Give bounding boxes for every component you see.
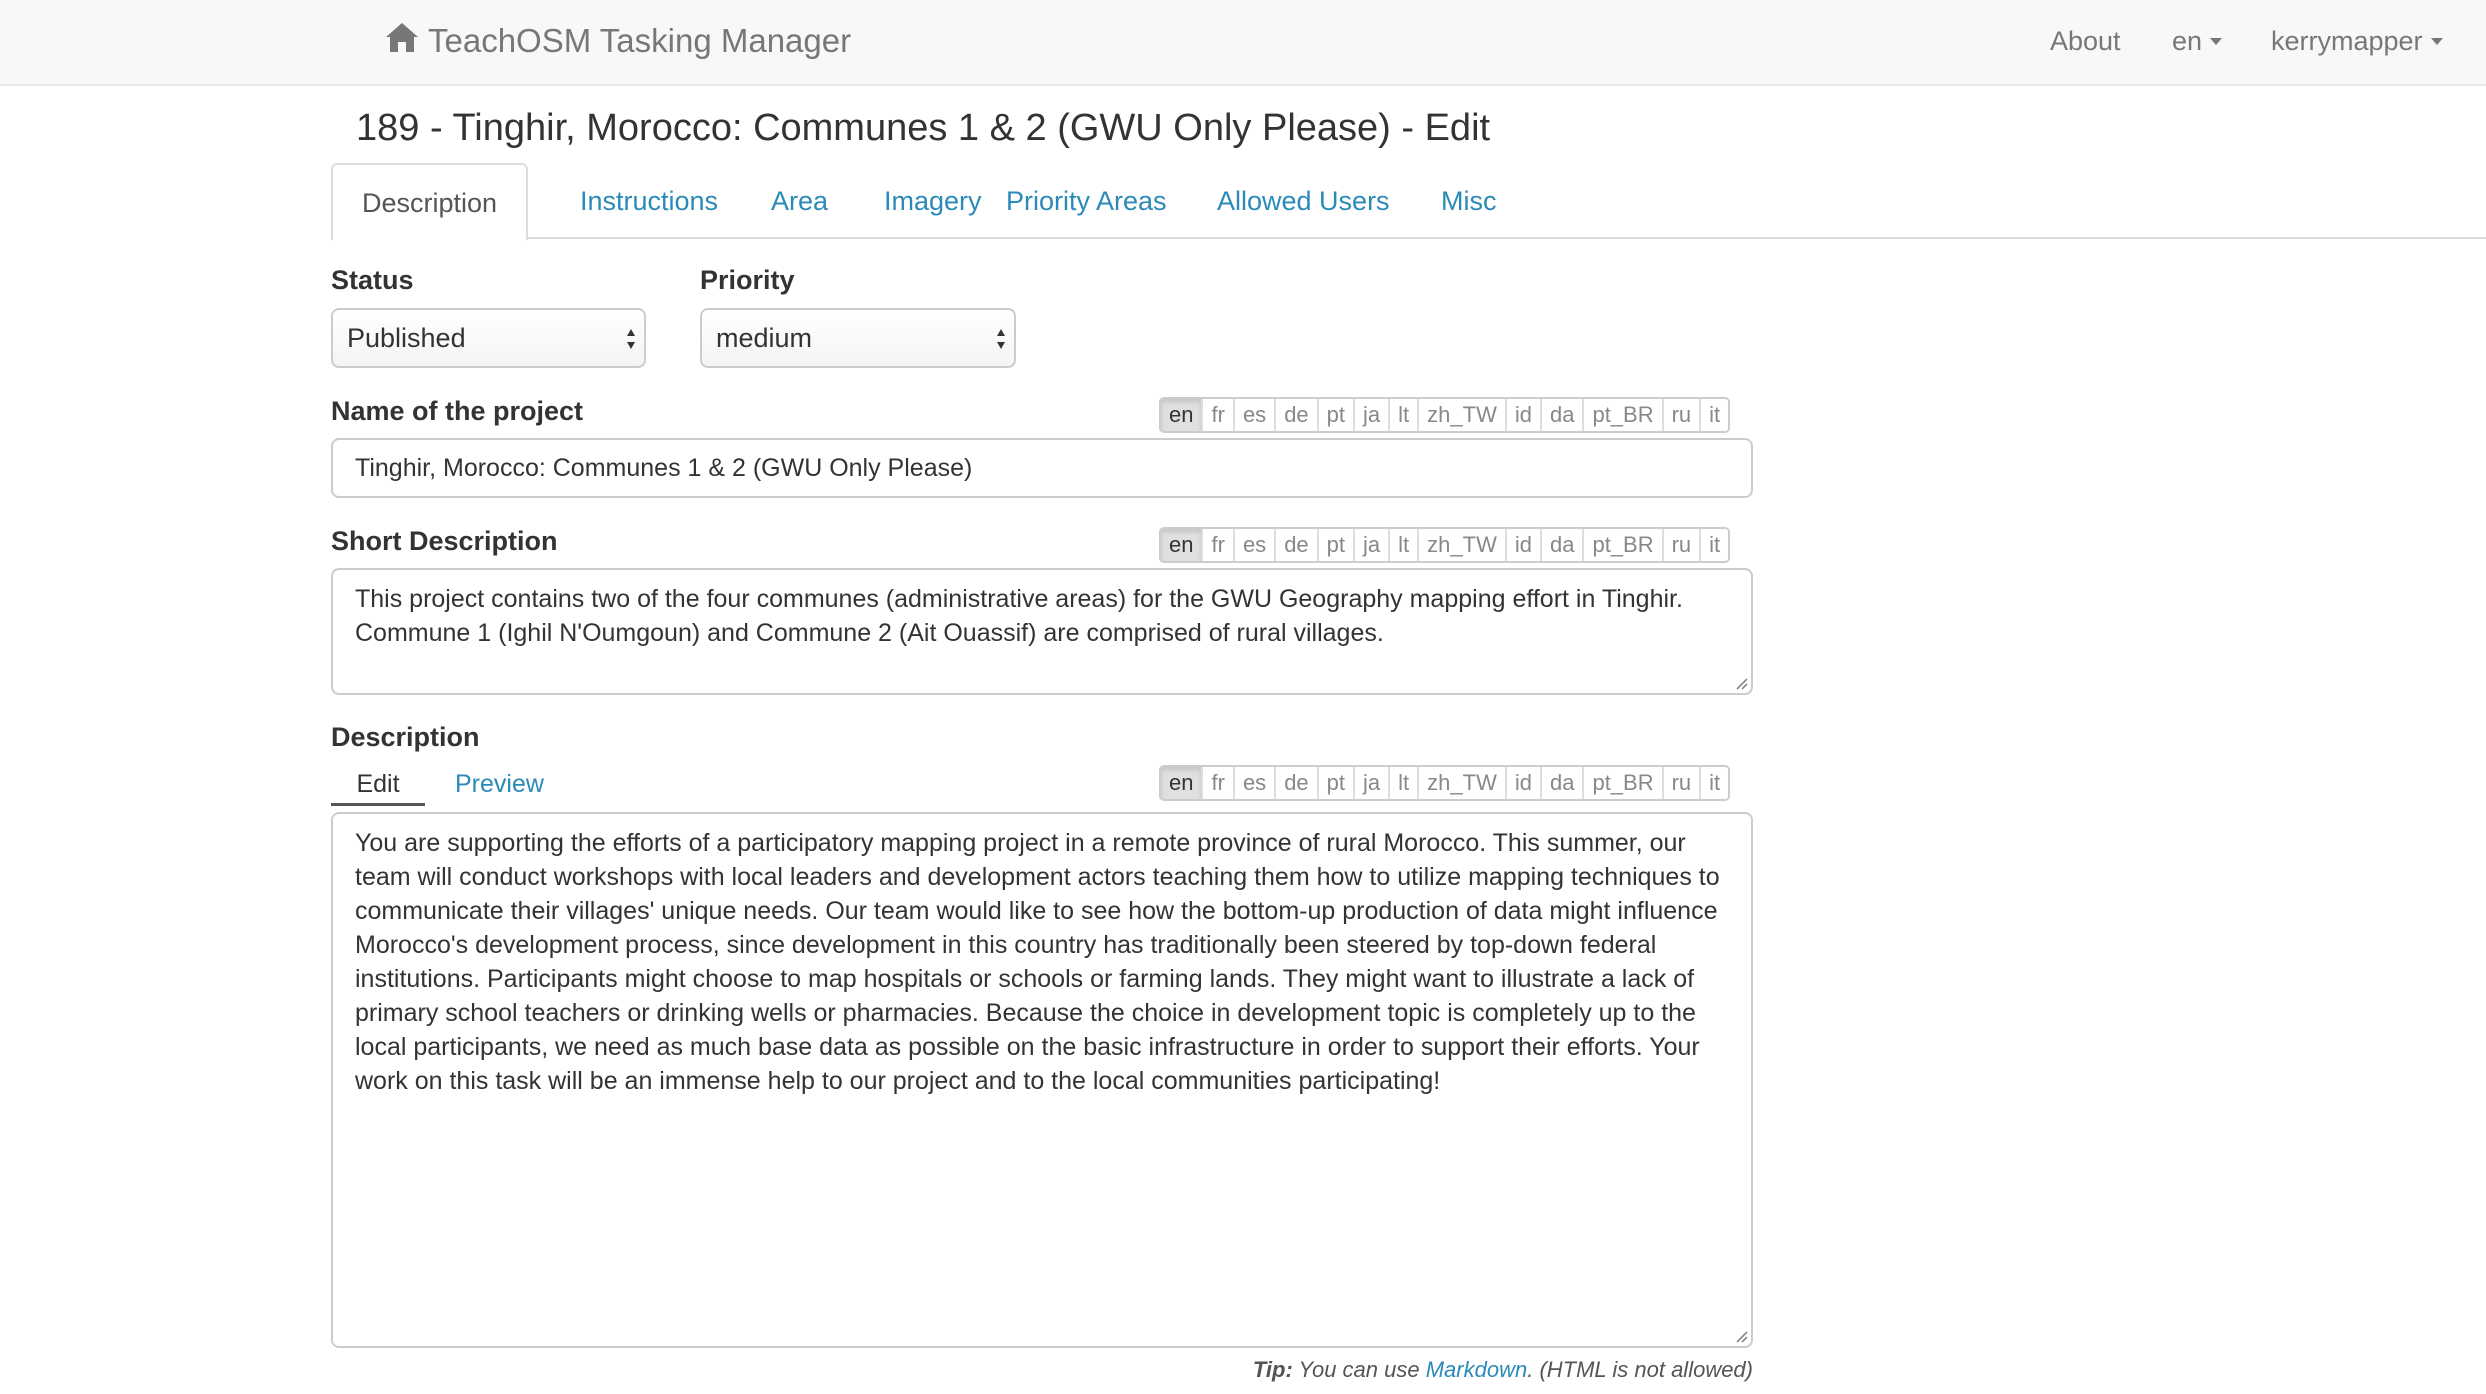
lang-lt[interactable]: lt	[1388, 529, 1418, 561]
status-value: Published	[347, 323, 466, 353]
lang-id[interactable]: id	[1504, 529, 1540, 561]
lang-lt[interactable]: lt	[1388, 399, 1418, 431]
project-name-label: Name of the project	[331, 396, 584, 426]
lang-pt-br[interactable]: pt_BR	[1582, 767, 1662, 799]
lang-en[interactable]: en	[1161, 767, 1202, 799]
lang-ja[interactable]: ja	[1353, 529, 1389, 561]
short-description-value: This project contains two of the four co…	[355, 585, 1683, 647]
lang-it[interactable]: it	[1699, 767, 1729, 799]
description-value: You are supporting the efforts of a part…	[355, 829, 1720, 1095]
status-select[interactable]: Published	[331, 308, 646, 368]
tab-area[interactable]: Area	[742, 163, 857, 239]
updown-arrows-icon	[997, 329, 1005, 349]
lang-pt[interactable]: pt	[1316, 767, 1354, 799]
lang-de[interactable]: de	[1274, 399, 1317, 431]
tab-instructions[interactable]: Instructions	[551, 163, 747, 239]
lang-es[interactable]: es	[1232, 767, 1275, 799]
lang-lt[interactable]: lt	[1388, 767, 1418, 799]
page-title: 189 - Tinghir, Morocco: Communes 1 & 2 (…	[356, 107, 1491, 149]
short-description-textarea[interactable]: This project contains two of the four co…	[331, 568, 1753, 695]
edit-tab[interactable]: Edit	[331, 766, 425, 806]
lang-ru[interactable]: ru	[1661, 529, 1700, 561]
lang-zh-tw[interactable]: zh_TW	[1417, 767, 1505, 799]
lang-pt[interactable]: pt	[1316, 399, 1354, 431]
tip-text-before: You can use	[1292, 1357, 1426, 1382]
lang-fr[interactable]: fr	[1201, 529, 1233, 561]
user-dropdown[interactable]: kerrymapper	[2271, 16, 2443, 66]
about-link[interactable]: About	[2050, 16, 2121, 66]
short-description-label: Short Description	[331, 526, 558, 556]
name-language-switcher: en fr es de pt ja lt zh_TW id da pt_BR r…	[1159, 397, 1731, 433]
tab-misc[interactable]: Misc	[1412, 163, 1526, 239]
lang-id[interactable]: id	[1504, 399, 1540, 431]
status-label: Status	[331, 265, 414, 295]
description-label: Description	[331, 722, 480, 752]
tip-text-after: . (HTML is not allowed)	[1527, 1357, 1753, 1382]
caret-down-icon	[2430, 37, 2443, 45]
lang-ru[interactable]: ru	[1661, 767, 1700, 799]
home-icon	[384, 19, 420, 63]
lang-pt[interactable]: pt	[1316, 529, 1354, 561]
lang-fr[interactable]: fr	[1201, 767, 1233, 799]
caret-down-icon	[2210, 37, 2223, 45]
edit-tabs: Description Instructions Area Imagery Pr…	[331, 163, 2486, 241]
lang-es[interactable]: es	[1232, 399, 1275, 431]
priority-value: medium	[716, 323, 813, 353]
project-name-input[interactable]: Tinghir, Morocco: Communes 1 & 2 (GWU On…	[331, 438, 1753, 498]
resize-handle-icon[interactable]	[1732, 1327, 1748, 1343]
resize-handle-icon[interactable]	[1732, 674, 1748, 690]
lang-ru[interactable]: ru	[1661, 399, 1700, 431]
lang-id[interactable]: id	[1504, 767, 1540, 799]
lang-da[interactable]: da	[1539, 399, 1583, 431]
tab-description[interactable]: Description	[331, 163, 529, 241]
brand-link[interactable]: TeachOSM Tasking Manager	[384, 16, 851, 66]
language-label: en	[2172, 25, 2203, 56]
navbar: TeachOSM Tasking Manager About en kerrym…	[0, 0, 2486, 86]
user-name: kerrymapper	[2271, 25, 2423, 56]
tip-heading: Tip:	[1252, 1357, 1293, 1382]
lang-en[interactable]: en	[1161, 529, 1202, 561]
lang-es[interactable]: es	[1232, 529, 1275, 561]
preview-tab[interactable]: Preview	[455, 766, 544, 802]
lang-fr[interactable]: fr	[1201, 399, 1233, 431]
lang-de[interactable]: de	[1274, 529, 1317, 561]
markdown-tip: Tip: You can use Markdown. (HTML is not …	[1000, 1357, 1753, 1383]
lang-pt-br[interactable]: pt_BR	[1582, 529, 1662, 561]
lang-zh-tw[interactable]: zh_TW	[1417, 399, 1505, 431]
lang-zh-tw[interactable]: zh_TW	[1417, 529, 1505, 561]
lang-de[interactable]: de	[1274, 767, 1317, 799]
description-language-switcher: en fr es de pt ja lt zh_TW id da pt_BR r…	[1159, 765, 1731, 801]
lang-ja[interactable]: ja	[1353, 399, 1389, 431]
brand-title: TeachOSM Tasking Manager	[428, 22, 852, 59]
markdown-link[interactable]: Markdown	[1426, 1357, 1527, 1382]
lang-pt-br[interactable]: pt_BR	[1582, 399, 1662, 431]
updown-arrows-icon	[627, 329, 635, 349]
tab-allowed-users[interactable]: Allowed Users	[1188, 163, 1419, 239]
priority-select[interactable]: medium	[700, 308, 1016, 368]
lang-it[interactable]: it	[1699, 399, 1729, 431]
lang-en[interactable]: en	[1161, 399, 1202, 431]
lang-da[interactable]: da	[1539, 529, 1583, 561]
short-description-language-switcher: en fr es de pt ja lt zh_TW id da pt_BR r…	[1159, 527, 1731, 563]
tab-priority-areas[interactable]: Priority Areas	[977, 163, 1196, 239]
lang-ja[interactable]: ja	[1353, 767, 1389, 799]
lang-it[interactable]: it	[1699, 529, 1729, 561]
priority-label: Priority	[700, 265, 795, 295]
lang-da[interactable]: da	[1539, 767, 1583, 799]
description-textarea[interactable]: You are supporting the efforts of a part…	[331, 812, 1753, 1348]
language-dropdown[interactable]: en	[2172, 16, 2223, 66]
project-name-value: Tinghir, Morocco: Communes 1 & 2 (GWU On…	[355, 454, 973, 482]
